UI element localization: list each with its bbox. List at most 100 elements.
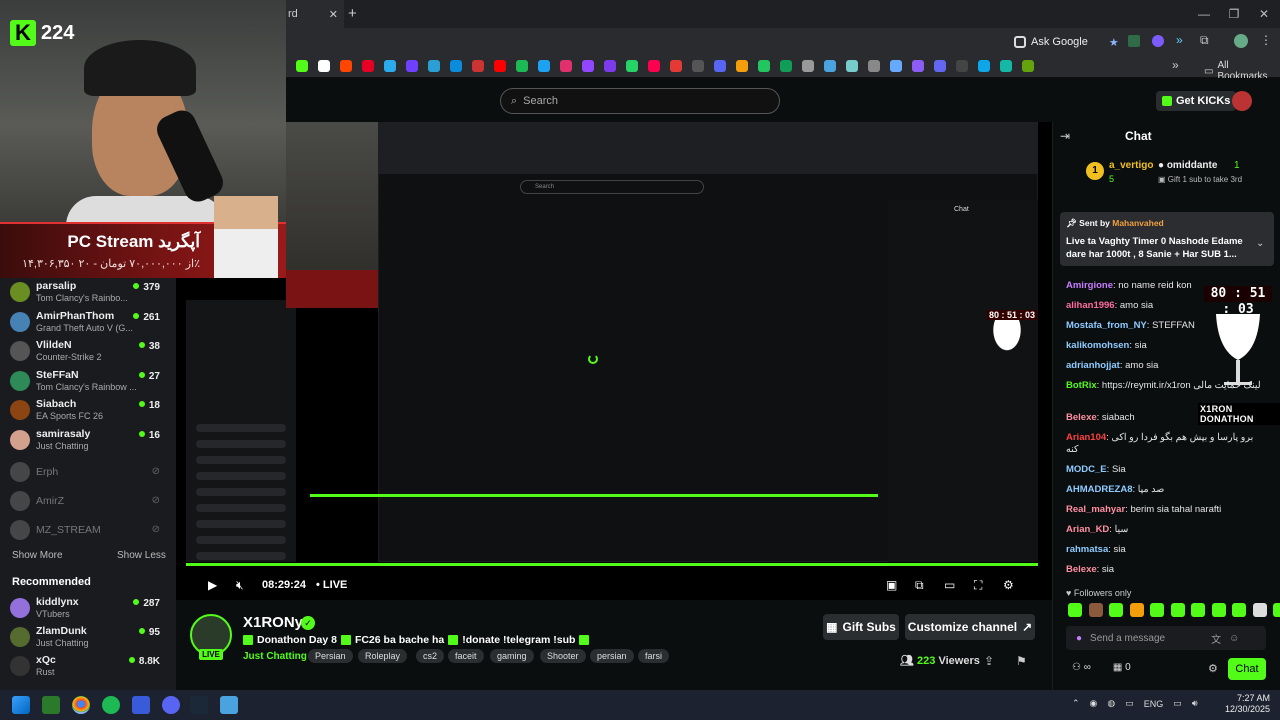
chrome-icon[interactable] xyxy=(72,696,90,714)
extension-icon[interactable] xyxy=(1152,35,1164,47)
spotify-icon[interactable] xyxy=(102,696,120,714)
microphone-icon[interactable]: ● xyxy=(1076,633,1082,644)
mute-icon[interactable]: 🔇︎ xyxy=(236,578,244,593)
bookmark-icon[interactable] xyxy=(736,60,748,72)
translate-icon[interactable]: 文 xyxy=(1211,631,1221,646)
bookmark-icon[interactable] xyxy=(538,60,550,72)
sidebar-channel[interactable]: samirasaly Just Chatting 16 xyxy=(10,428,170,456)
bookmark-icon[interactable] xyxy=(956,60,968,72)
bookmark-icon[interactable] xyxy=(692,60,704,72)
bookmark-icon[interactable] xyxy=(912,60,924,72)
bookmark-icon[interactable] xyxy=(450,60,462,72)
bookmark-icon[interactable] xyxy=(780,60,792,72)
bookmark-icon[interactable] xyxy=(340,60,352,72)
chat-username[interactable]: alihan1996 xyxy=(1066,300,1115,311)
chat-send-button[interactable]: Chat xyxy=(1228,658,1266,680)
display-icon[interactable]: ▭ xyxy=(1173,698,1182,709)
chat-username[interactable]: kalikomohsen xyxy=(1066,340,1129,351)
chat-username[interactable]: Belexe xyxy=(1066,564,1097,575)
bookmark-icon[interactable] xyxy=(472,60,484,72)
sidebar-channel-offline[interactable]: Erph ⊘ xyxy=(10,460,170,488)
language-indicator[interactable]: ENG xyxy=(1144,699,1164,709)
emote-icon[interactable] xyxy=(1211,603,1226,617)
sidebar-channel[interactable]: parsalip Tom Clancy's Rainbo... 379 xyxy=(10,280,170,308)
discord-tray-icon[interactable]: ◉ xyxy=(1090,698,1098,709)
chat-input[interactable]: ● Send a message 文 ☺ xyxy=(1066,626,1266,650)
emote-icon[interactable] xyxy=(1273,603,1280,617)
sidebar-channel[interactable]: Siabach EA Sports FC 26 18 xyxy=(10,398,170,426)
sidebar-channel-offline[interactable]: AmirZ ⊘ xyxy=(10,489,170,517)
volume-icon[interactable]: 🔊︎ xyxy=(1192,698,1198,709)
chat-username[interactable]: MODC_E xyxy=(1066,464,1107,475)
clip-icon[interactable]: ▣ xyxy=(886,578,897,592)
emote-icon[interactable] xyxy=(1109,603,1123,617)
bookmark-icon[interactable] xyxy=(384,60,396,72)
browser-tab[interactable]: rd ✕ xyxy=(286,0,344,28)
stream-tag[interactable]: farsi xyxy=(638,649,670,663)
stream-tag[interactable]: cs2 xyxy=(416,649,445,663)
stream-tag[interactable]: Roleplay xyxy=(358,649,408,663)
maximize-icon[interactable]: ❐ xyxy=(1224,4,1244,24)
sidebar-channel[interactable]: VlildeN Counter-Strike 2 38 xyxy=(10,339,170,367)
collapse-chat-icon[interactable]: ⇥ xyxy=(1060,129,1070,143)
customize-channel-button[interactable]: Customize channel ↗ xyxy=(905,614,1035,640)
playback-progress[interactable] xyxy=(186,563,1038,566)
steam-icon[interactable] xyxy=(190,696,208,714)
sidebar-channel[interactable]: AmirPhanThom Grand Theft Auto V (G... 261 xyxy=(10,310,170,338)
extension-icon[interactable]: » xyxy=(1176,33,1183,47)
start-icon[interactable] xyxy=(12,696,30,714)
play-icon[interactable]: ▶ xyxy=(208,578,217,592)
minimize-icon[interactable]: — xyxy=(1194,4,1214,24)
stream-tag[interactable]: Shooter xyxy=(540,649,586,663)
bookmark-icon[interactable] xyxy=(670,60,682,72)
new-tab-button[interactable]: + xyxy=(348,6,364,22)
emote-icon[interactable] xyxy=(1150,603,1164,617)
bookmark-icon[interactable] xyxy=(1022,60,1034,72)
extensions-puzzle-icon[interactable]: ⧉ xyxy=(1200,33,1209,48)
chat-username[interactable]: Mostafa_from_NY xyxy=(1066,320,1147,331)
close-window-icon[interactable]: ✕ xyxy=(1254,4,1274,24)
expand-chevron-icon[interactable]: ⌄ xyxy=(1256,238,1264,249)
stream-tag[interactable]: gaming xyxy=(490,649,534,663)
theater-mode-icon[interactable]: ▭ xyxy=(944,578,955,592)
bookmark-icon[interactable] xyxy=(494,60,506,72)
gift-subs-button[interactable]: ▦ Gift Subs xyxy=(823,614,899,640)
show-less-button[interactable]: Show Less xyxy=(117,550,166,561)
bookmark-icon[interactable] xyxy=(890,60,902,72)
bookmark-icon[interactable] xyxy=(758,60,770,72)
emote-icon[interactable] xyxy=(1088,603,1103,617)
chat-username[interactable]: AHMADREZA8 xyxy=(1066,484,1133,495)
report-icon[interactable]: ⚑ xyxy=(1016,654,1027,668)
bookmark-icon[interactable] xyxy=(824,60,836,72)
chat-username[interactable]: rahmatsa xyxy=(1066,544,1108,555)
bookmark-icon[interactable] xyxy=(318,60,330,72)
search-input[interactable]: ⌕ Search xyxy=(500,88,780,114)
emote-icon[interactable] xyxy=(1068,603,1082,617)
stream-tag[interactable]: Persian xyxy=(308,649,353,663)
app-icon[interactable] xyxy=(42,696,60,714)
settings-gear-icon[interactable]: ⚙ xyxy=(1003,578,1014,592)
clock[interactable]: 7:27 AM 12/30/2025 xyxy=(1224,693,1270,715)
chat-username[interactable]: Real_mahyar xyxy=(1066,504,1125,515)
bookmark-icon[interactable] xyxy=(714,60,726,72)
recommended-channel[interactable]: xQc Rust 8.8K xyxy=(10,654,170,682)
extension-icon[interactable] xyxy=(1128,35,1140,47)
recommended-channel[interactable]: ZlamDunk Just Chatting 95 xyxy=(10,625,170,653)
app-icon[interactable] xyxy=(132,696,150,714)
category-link[interactable]: Just Chatting xyxy=(243,651,307,662)
steam-tray-icon[interactable]: ◍ xyxy=(1107,698,1115,709)
profile-avatar[interactable] xyxy=(1234,34,1248,48)
app-icon[interactable] xyxy=(220,696,238,714)
emote-icon[interactable] xyxy=(1191,603,1205,617)
ask-google-button[interactable]: Ask Google ★ xyxy=(1014,33,1119,51)
chat-username[interactable]: BotRix xyxy=(1066,380,1097,391)
discord-icon[interactable] xyxy=(162,696,180,714)
show-more-button[interactable]: Show More xyxy=(12,550,63,561)
bookmark-icon[interactable] xyxy=(978,60,990,72)
bookmark-icon[interactable] xyxy=(296,60,308,72)
bookmark-icon[interactable] xyxy=(626,60,638,72)
bookmark-icon[interactable] xyxy=(846,60,858,72)
bookmark-icon[interactable] xyxy=(604,60,616,72)
tray-icon[interactable]: ▭ xyxy=(1125,698,1134,709)
bookmark-icon[interactable] xyxy=(560,60,572,72)
